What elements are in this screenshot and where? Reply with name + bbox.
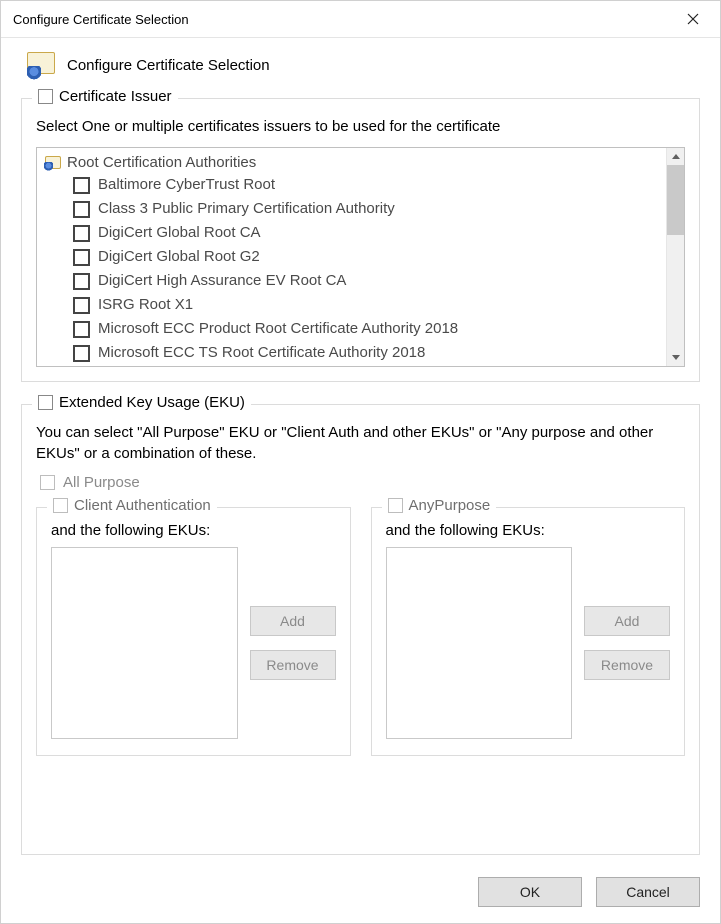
tree-root[interactable]: Root Certification Authorities [41, 152, 662, 173]
any-purpose-add-button[interactable]: Add [584, 606, 670, 636]
tree-item-checkbox[interactable] [73, 201, 90, 218]
tree-item[interactable]: DigiCert Global Root CA [73, 221, 662, 245]
any-purpose-sublabel: and the following EKUs: [386, 522, 671, 539]
tree-item-checkbox[interactable] [73, 249, 90, 266]
client-auth-group: Client Authentication and the following … [36, 507, 351, 756]
any-purpose-inner: Add Remove [386, 547, 671, 739]
client-auth-column: Client Authentication and the following … [36, 497, 351, 756]
tree-item-checkbox[interactable] [73, 345, 90, 362]
eku-columns: Client Authentication and the following … [36, 497, 685, 756]
tree-item[interactable]: Microsoft ECC TS Root Certificate Author… [73, 341, 662, 365]
client-auth-legend: Client Authentication [47, 497, 217, 514]
tree-item-label: Microsoft ECC TS Root Certificate Author… [98, 342, 425, 364]
eku-group: Extended Key Usage (EKU) You can select … [21, 404, 700, 855]
tree-children: Baltimore CyberTrust Root Class 3 Public… [41, 173, 662, 365]
eku-legend: Extended Key Usage (EKU) [32, 394, 251, 411]
tree-item-label: DigiCert Global Root CA [98, 222, 261, 244]
client-auth-add-button[interactable]: Add [250, 606, 336, 636]
client-auth-legend-label: Client Authentication [74, 497, 211, 514]
titlebar: Configure Certificate Selection [1, 1, 720, 38]
ok-button[interactable]: OK [478, 877, 582, 907]
any-purpose-remove-button[interactable]: Remove [584, 650, 670, 680]
tree-root-label: Root Certification Authorities [67, 154, 256, 171]
tree-item-label: ISRG Root X1 [98, 294, 193, 316]
certificate-issuer-checkbox[interactable] [38, 89, 53, 104]
any-purpose-column: AnyPurpose and the following EKUs: Add R… [371, 497, 686, 756]
any-purpose-group: AnyPurpose and the following EKUs: Add R… [371, 507, 686, 756]
scroll-up-icon[interactable] [667, 148, 684, 165]
eku-checkbox[interactable] [38, 395, 53, 410]
tree-item[interactable]: Baltimore CyberTrust Root [73, 173, 662, 197]
eku-legend-label: Extended Key Usage (EKU) [59, 394, 245, 411]
close-button[interactable] [670, 1, 716, 37]
all-purpose-row: All Purpose [40, 474, 685, 491]
window-title: Configure Certificate Selection [13, 12, 670, 27]
all-purpose-checkbox[interactable] [40, 475, 55, 490]
certificate-icon [23, 50, 57, 80]
certificate-issuer-description: Select One or multiple certificates issu… [36, 117, 685, 137]
dialog-footer: OK Cancel [1, 863, 720, 923]
tree-item-checkbox[interactable] [73, 225, 90, 242]
tree-item[interactable]: Microsoft ECC Product Root Certificate A… [73, 317, 662, 341]
scroll-down-icon[interactable] [667, 349, 684, 366]
certificate-icon [43, 155, 61, 171]
any-purpose-list[interactable] [386, 547, 573, 739]
tree-item[interactable]: DigiCert High Assurance EV Root CA [73, 269, 662, 293]
tree-item[interactable]: DigiCert Global Root G2 [73, 245, 662, 269]
dialog-window: Configure Certificate Selection Configur… [0, 0, 721, 924]
client-auth-buttons: Add Remove [250, 547, 336, 739]
client-auth-sublabel: and the following EKUs: [51, 522, 336, 539]
eku-description: You can select "All Purpose" EKU or "Cli… [36, 423, 685, 464]
tree-item-label: DigiCert High Assurance EV Root CA [98, 270, 346, 292]
any-purpose-buttons: Add Remove [584, 547, 670, 739]
any-purpose-legend-label: AnyPurpose [409, 497, 491, 514]
all-purpose-label: All Purpose [63, 474, 140, 491]
any-purpose-legend: AnyPurpose [382, 497, 497, 514]
tree-item-label: Microsoft ECC Product Root Certificate A… [98, 318, 458, 340]
issuer-tree: Root Certification Authorities Baltimore… [36, 147, 685, 367]
tree-item-checkbox[interactable] [73, 177, 90, 194]
client-auth-remove-button[interactable]: Remove [250, 650, 336, 680]
tree-item[interactable]: Class 3 Public Primary Certification Aut… [73, 197, 662, 221]
cancel-button[interactable]: Cancel [596, 877, 700, 907]
certificate-issuer-legend-label: Certificate Issuer [59, 88, 172, 105]
scroll-track[interactable] [667, 235, 684, 349]
tree-item-checkbox[interactable] [73, 321, 90, 338]
tree-item[interactable]: ISRG Root X1 [73, 293, 662, 317]
page-title: Configure Certificate Selection [67, 57, 270, 74]
dialog-body: Configure Certificate Selection Certific… [1, 38, 720, 863]
certificate-issuer-group: Certificate Issuer Select One or multipl… [21, 98, 700, 382]
scroll-thumb[interactable] [667, 165, 684, 235]
page-header: Configure Certificate Selection [21, 50, 700, 80]
any-purpose-checkbox[interactable] [388, 498, 403, 513]
tree-item-label: DigiCert Global Root G2 [98, 246, 260, 268]
issuer-tree-content[interactable]: Root Certification Authorities Baltimore… [37, 148, 666, 366]
client-auth-list[interactable] [51, 547, 238, 739]
client-auth-checkbox[interactable] [53, 498, 68, 513]
tree-item-checkbox[interactable] [73, 297, 90, 314]
tree-item-label: Class 3 Public Primary Certification Aut… [98, 198, 395, 220]
tree-item-label: Baltimore CyberTrust Root [98, 174, 275, 196]
certificate-issuer-legend: Certificate Issuer [32, 88, 178, 105]
tree-item-checkbox[interactable] [73, 273, 90, 290]
client-auth-inner: Add Remove [51, 547, 336, 739]
scrollbar[interactable] [666, 148, 684, 366]
